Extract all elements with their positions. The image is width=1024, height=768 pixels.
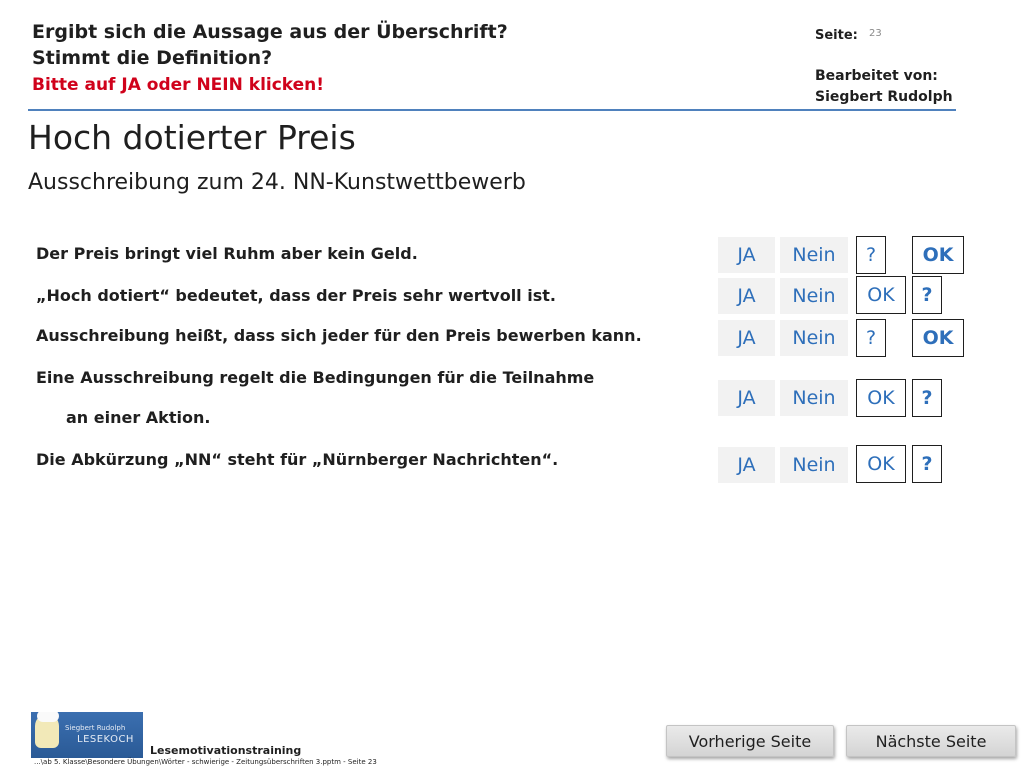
lesekoch-logo: Siegbert Rudolph LESEKOCH — [31, 712, 143, 758]
feedback-ok-box-1: OK — [912, 236, 964, 274]
nein-button-5[interactable]: Nein — [780, 447, 848, 483]
feedback-ok-box-4: OK — [856, 379, 906, 417]
feedback-question-box-5: ? — [912, 445, 942, 483]
feedback-ok-box-2: OK — [856, 276, 906, 314]
statement-1: Der Preis bringt viel Ruhm aber kein Gel… — [36, 244, 418, 263]
next-page-button[interactable]: Nächste Seite — [846, 725, 1016, 757]
ja-button-3[interactable]: JA — [718, 320, 775, 356]
page-subtitle: Ausschreibung zum 24. NN-Kunstwettbewerb — [28, 170, 526, 195]
page-label: Seite: — [815, 28, 858, 43]
feedback-ok-box-3: OK — [912, 319, 964, 357]
feedback-ok-box-5: OK — [856, 445, 906, 483]
feedback-question-box-3: ? — [856, 319, 886, 357]
nein-button-4[interactable]: Nein — [780, 380, 848, 416]
feedback-question-box-4: ? — [912, 379, 942, 417]
feedback-question-box-2: ? — [912, 276, 942, 314]
statement-5: Die Abkürzung „NN“ steht für „Nürnberger… — [36, 450, 559, 469]
statement-2: „Hoch dotiert“ bedeutet, dass der Preis … — [36, 286, 556, 305]
page-title: Hoch dotierter Preis — [28, 118, 356, 157]
feedback-question-box-1: ? — [856, 236, 886, 274]
ja-button-5[interactable]: JA — [718, 447, 775, 483]
footer-label: Lesemotivationstraining — [150, 744, 302, 757]
nein-button-3[interactable]: Nein — [780, 320, 848, 356]
previous-page-button[interactable]: Vorherige Seite — [666, 725, 834, 757]
statement-4: Eine Ausschreibung regelt die Bedingunge… — [36, 368, 595, 387]
header-question-1: Ergibt sich die Aussage aus der Überschr… — [32, 21, 508, 43]
logo-brand: LESEKOCH — [77, 734, 134, 745]
nein-button-1[interactable]: Nein — [780, 237, 848, 273]
bearbeitet-label: Bearbeitet von: — [815, 68, 938, 84]
ja-button-2[interactable]: JA — [718, 278, 775, 314]
chef-hat-icon — [37, 712, 59, 722]
ja-button-1[interactable]: JA — [718, 237, 775, 273]
author-name: Siegbert Rudolph — [815, 89, 953, 105]
statement-4-continued: an einer Aktion. — [66, 408, 211, 427]
author-block: Bearbeitet von: Siegbert Rudolph — [815, 66, 953, 108]
header-question-2: Stimmt die Definition? — [32, 47, 273, 69]
logo-author: Siegbert Rudolph — [65, 724, 126, 732]
header-instruction: Bitte auf JA oder NEIN klicken! — [32, 75, 325, 95]
page-number: 23 — [869, 28, 882, 39]
header-divider — [28, 109, 956, 111]
nein-button-2[interactable]: Nein — [780, 278, 848, 314]
ja-button-4[interactable]: JA — [718, 380, 775, 416]
footer-file-path: ...\ab 5. Klasse\Besondere Übungen\Wörte… — [34, 758, 377, 766]
statement-3: Ausschreibung heißt, dass sich jeder für… — [36, 326, 642, 345]
